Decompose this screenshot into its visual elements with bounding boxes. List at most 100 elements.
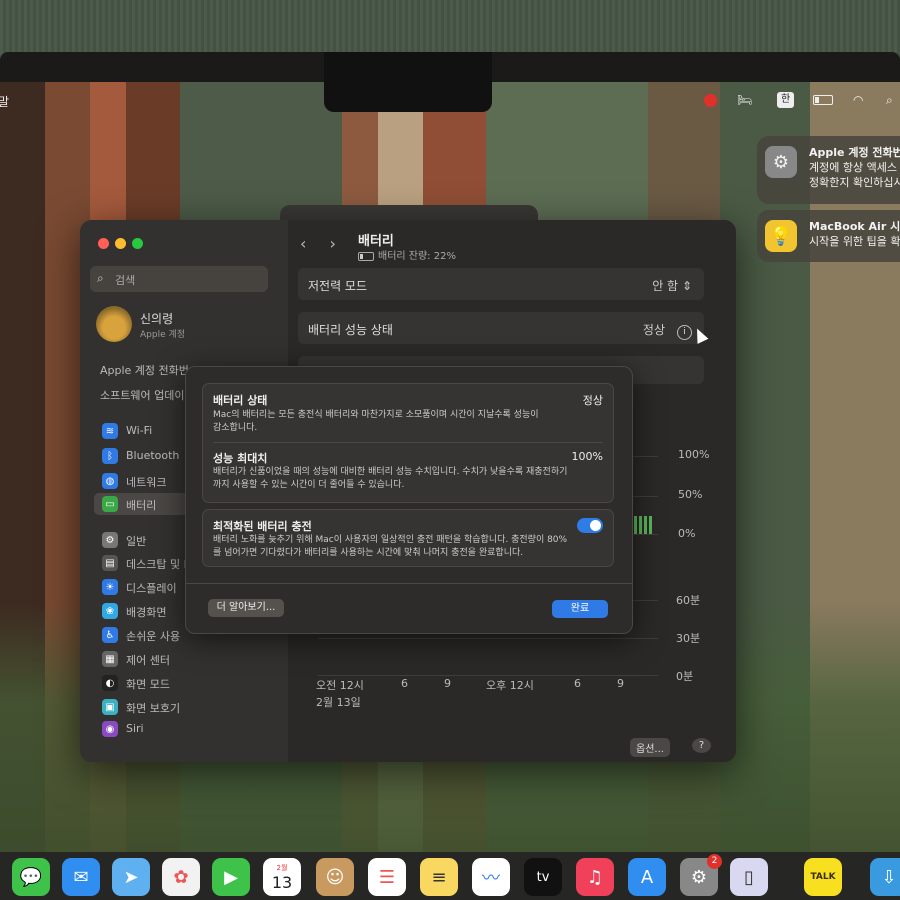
- battery-health-row[interactable]: 배터리 성능 상태 정상 i: [298, 312, 704, 344]
- input-source-indicator[interactable]: 한: [777, 92, 795, 108]
- music-icon[interactable]: ♫: [576, 858, 614, 896]
- search-icon: ⌕: [97, 271, 104, 285]
- x-tick-label: 오전 12시: [316, 679, 364, 692]
- apple-tv-icon[interactable]: tv: [524, 858, 562, 896]
- reminders-icon[interactable]: ☰: [368, 858, 406, 896]
- close-button[interactable]: [98, 238, 109, 249]
- wallpaper-icon: ❀: [102, 603, 118, 619]
- menubar-app-name[interactable]: 말: [0, 93, 9, 110]
- camera-notch: [324, 52, 492, 112]
- screen-saver-icon: ▣: [102, 699, 118, 715]
- mail-icon[interactable]: ✉: [62, 858, 100, 896]
- notification-title: MacBook Air 시작: [809, 220, 900, 233]
- y-tick-label: 0%: [678, 527, 696, 540]
- gridline: [318, 675, 658, 676]
- maps-icon[interactable]: ➤: [112, 858, 150, 896]
- account-subtitle: Apple 계정: [140, 330, 186, 340]
- siri-icon: ◉: [102, 721, 118, 737]
- wifi-icon: ≋: [102, 423, 118, 439]
- x-tick-label: 9: [617, 677, 624, 690]
- y-tick-label: 100%: [678, 448, 710, 461]
- info-icon[interactable]: i: [677, 325, 692, 340]
- battery-level-bar: [639, 516, 642, 534]
- low-power-label: 저전력 모드: [308, 279, 368, 293]
- battery-status-description: Mac의 배터리는 모든 충전식 배터리와 마찬가지로 소모품이며 시간이 지날…: [213, 410, 539, 433]
- battery-level-bar: [644, 516, 647, 534]
- keyboard-language: 한: [777, 92, 795, 108]
- battery-level-subtitle: 배터리 잔량: 22%: [358, 247, 456, 262]
- apple-tv-label: tv: [536, 869, 550, 885]
- calendar-day: 13: [271, 872, 293, 892]
- back-chevron-icon[interactable]: ‹: [300, 234, 306, 253]
- dock: 💬 ✉ ➤ ✿ ▶ 2월 13 ☺ ☰ ≡ 〰 tv ♫ A ⚙ 2 ▯ TALK…: [0, 852, 900, 900]
- battery-mini-icon: [358, 251, 374, 261]
- battery-health-status: 정상 i: [643, 321, 692, 340]
- battery-status-card: 배터리 상태 정상 Mac의 배터리는 모든 충전식 배터리와 마찬가지로 소모…: [202, 383, 614, 503]
- search-input[interactable]: ⌕ 검색: [90, 266, 268, 292]
- maximum-capacity-description: 배터리가 신품이었을 때의 성능에 대비한 배터리 성능 수치입니다. 수치가 …: [213, 467, 568, 490]
- forward-chevron-icon[interactable]: ›: [330, 234, 336, 253]
- system-settings-icon[interactable]: ⚙ 2: [680, 854, 722, 896]
- y-tick-label: 60분: [676, 594, 701, 607]
- avatar: [96, 306, 132, 342]
- sidebar-item-control-center[interactable]: ▦ 제어 센터: [94, 648, 274, 670]
- battery-health-sheet: 배터리 상태 정상 Mac의 배터리는 모든 충전식 배터리와 마찬가지로 소모…: [185, 366, 633, 634]
- notification-body: 시작을 위한 팁을 확: [809, 235, 900, 248]
- navigation-arrows: ‹ ›: [300, 234, 336, 253]
- downloads-folder-icon[interactable]: ⇩: [870, 858, 900, 896]
- window-controls: [98, 238, 143, 249]
- app-store-icon[interactable]: A: [628, 858, 666, 896]
- x-tick-label: 9: [444, 677, 451, 690]
- facetime-icon[interactable]: ▶: [212, 858, 250, 896]
- optimized-charging-toggle[interactable]: [577, 518, 603, 533]
- account-name: 신의령: [140, 312, 174, 326]
- display-icon: ☀: [102, 579, 118, 595]
- apple-account-phone-item[interactable]: Apple 계정 전화번: [100, 362, 189, 378]
- calendar-icon[interactable]: 2월 13: [263, 858, 301, 896]
- divider: [213, 442, 603, 443]
- minimize-button[interactable]: [115, 238, 126, 249]
- screen-recording-icon[interactable]: [704, 92, 717, 108]
- appearance-icon: ◐: [102, 675, 118, 691]
- sidebar-item-siri[interactable]: ◉ Siri: [94, 718, 274, 740]
- low-power-mode-row[interactable]: 저전력 모드 안 함 ⇕: [298, 268, 704, 300]
- help-button[interactable]: ?: [692, 738, 711, 753]
- notification-body: 계정에 항상 액세스 정확한지 확인하십시: [809, 161, 900, 189]
- freeform-icon[interactable]: 〰: [472, 858, 510, 896]
- chart-date-label: 2월 13일: [316, 696, 361, 709]
- contacts-icon[interactable]: ☺: [316, 858, 354, 896]
- notification-badge: 2: [707, 854, 722, 869]
- x-tick-label: 6: [574, 677, 581, 690]
- battery-status-value: 정상: [582, 394, 603, 407]
- battery-icon[interactable]: [813, 92, 833, 108]
- options-button[interactable]: 옵션...: [630, 738, 670, 757]
- y-tick-label: 0분: [676, 670, 694, 683]
- kakaotalk-icon[interactable]: TALK: [804, 858, 842, 896]
- learn-more-button[interactable]: 더 알아보기...: [208, 599, 284, 617]
- x-tick-label: 6: [401, 677, 408, 690]
- sidebar-item-screen-saver[interactable]: ▣ 화면 보호기: [94, 696, 274, 718]
- done-button[interactable]: 완료: [552, 600, 608, 618]
- notification-macbook-tips[interactable]: 💡 MacBook Air 시작 시작을 위한 팁을 확: [757, 210, 900, 262]
- bed-icon[interactable]: 🛏: [737, 92, 752, 108]
- search-icon[interactable]: ⌕: [886, 92, 893, 108]
- photos-icon[interactable]: ✿: [162, 858, 200, 896]
- battery-status-title: 배터리 상태: [213, 394, 268, 407]
- battery-health-label: 배터리 성능 상태: [308, 323, 393, 337]
- control-center-icon: ▦: [102, 651, 118, 667]
- divider: [186, 583, 632, 584]
- wifi-icon[interactable]: ◠: [853, 92, 863, 108]
- settings-app-icon: ⚙: [765, 146, 797, 178]
- software-update-item[interactable]: 소프트웨어 업데이: [100, 387, 184, 403]
- optimized-charging-description: 배터리 노화를 늦추기 위해 Mac이 사용자의 일상적인 충전 패턴을 학습합…: [213, 535, 568, 558]
- calendar-month: 2월: [276, 863, 288, 872]
- sidebar-item-screen-mode[interactable]: ◐ 화면 모드: [94, 672, 274, 694]
- iphone-mirroring-icon[interactable]: ▯: [730, 858, 768, 896]
- x-tick-label: 오후 12시: [486, 679, 534, 692]
- low-power-select[interactable]: 안 함 ⇕: [652, 277, 692, 294]
- notes-icon[interactable]: ≡: [420, 858, 458, 896]
- zoom-button[interactable]: [132, 238, 143, 249]
- gear-icon: ⚙: [102, 532, 118, 548]
- notification-apple-account[interactable]: ⚙ Apple 계정 전화번 계정에 항상 액세스 정확한지 확인하십시: [757, 136, 900, 204]
- messages-icon[interactable]: 💬: [12, 858, 50, 896]
